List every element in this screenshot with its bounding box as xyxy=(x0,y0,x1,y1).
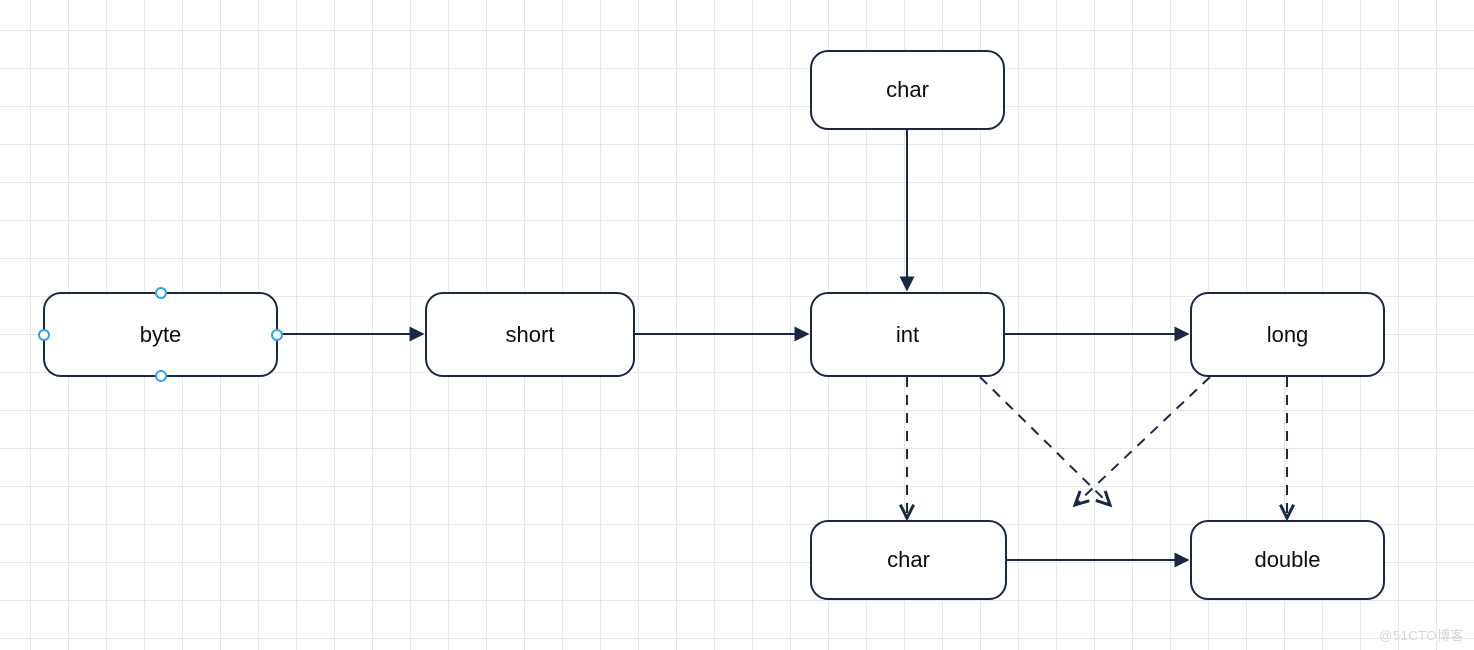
edge-int-double xyxy=(980,377,1110,505)
edge-long-char2 xyxy=(1075,377,1210,505)
node-label: byte xyxy=(140,322,182,348)
node-label: short xyxy=(506,322,555,348)
selection-handle-icon[interactable] xyxy=(155,287,167,299)
node-byte[interactable]: byte xyxy=(43,292,278,377)
node-label: char xyxy=(887,547,930,573)
selection-handle-icon[interactable] xyxy=(38,329,50,341)
node-char-bottom[interactable]: char xyxy=(810,520,1007,600)
node-int[interactable]: int xyxy=(810,292,1005,377)
node-short[interactable]: short xyxy=(425,292,635,377)
node-label: char xyxy=(886,77,929,103)
node-label: int xyxy=(896,322,919,348)
node-label: long xyxy=(1267,322,1309,348)
selection-handle-icon[interactable] xyxy=(271,329,283,341)
node-char-top[interactable]: char xyxy=(810,50,1005,130)
node-double[interactable]: double xyxy=(1190,520,1385,600)
watermark: @51CTO博客 xyxy=(1379,625,1464,644)
node-label: double xyxy=(1254,547,1320,573)
node-long[interactable]: long xyxy=(1190,292,1385,377)
diagram-canvas[interactable]: byte short char int long char double xyxy=(0,0,1474,650)
selection-handle-icon[interactable] xyxy=(155,370,167,382)
